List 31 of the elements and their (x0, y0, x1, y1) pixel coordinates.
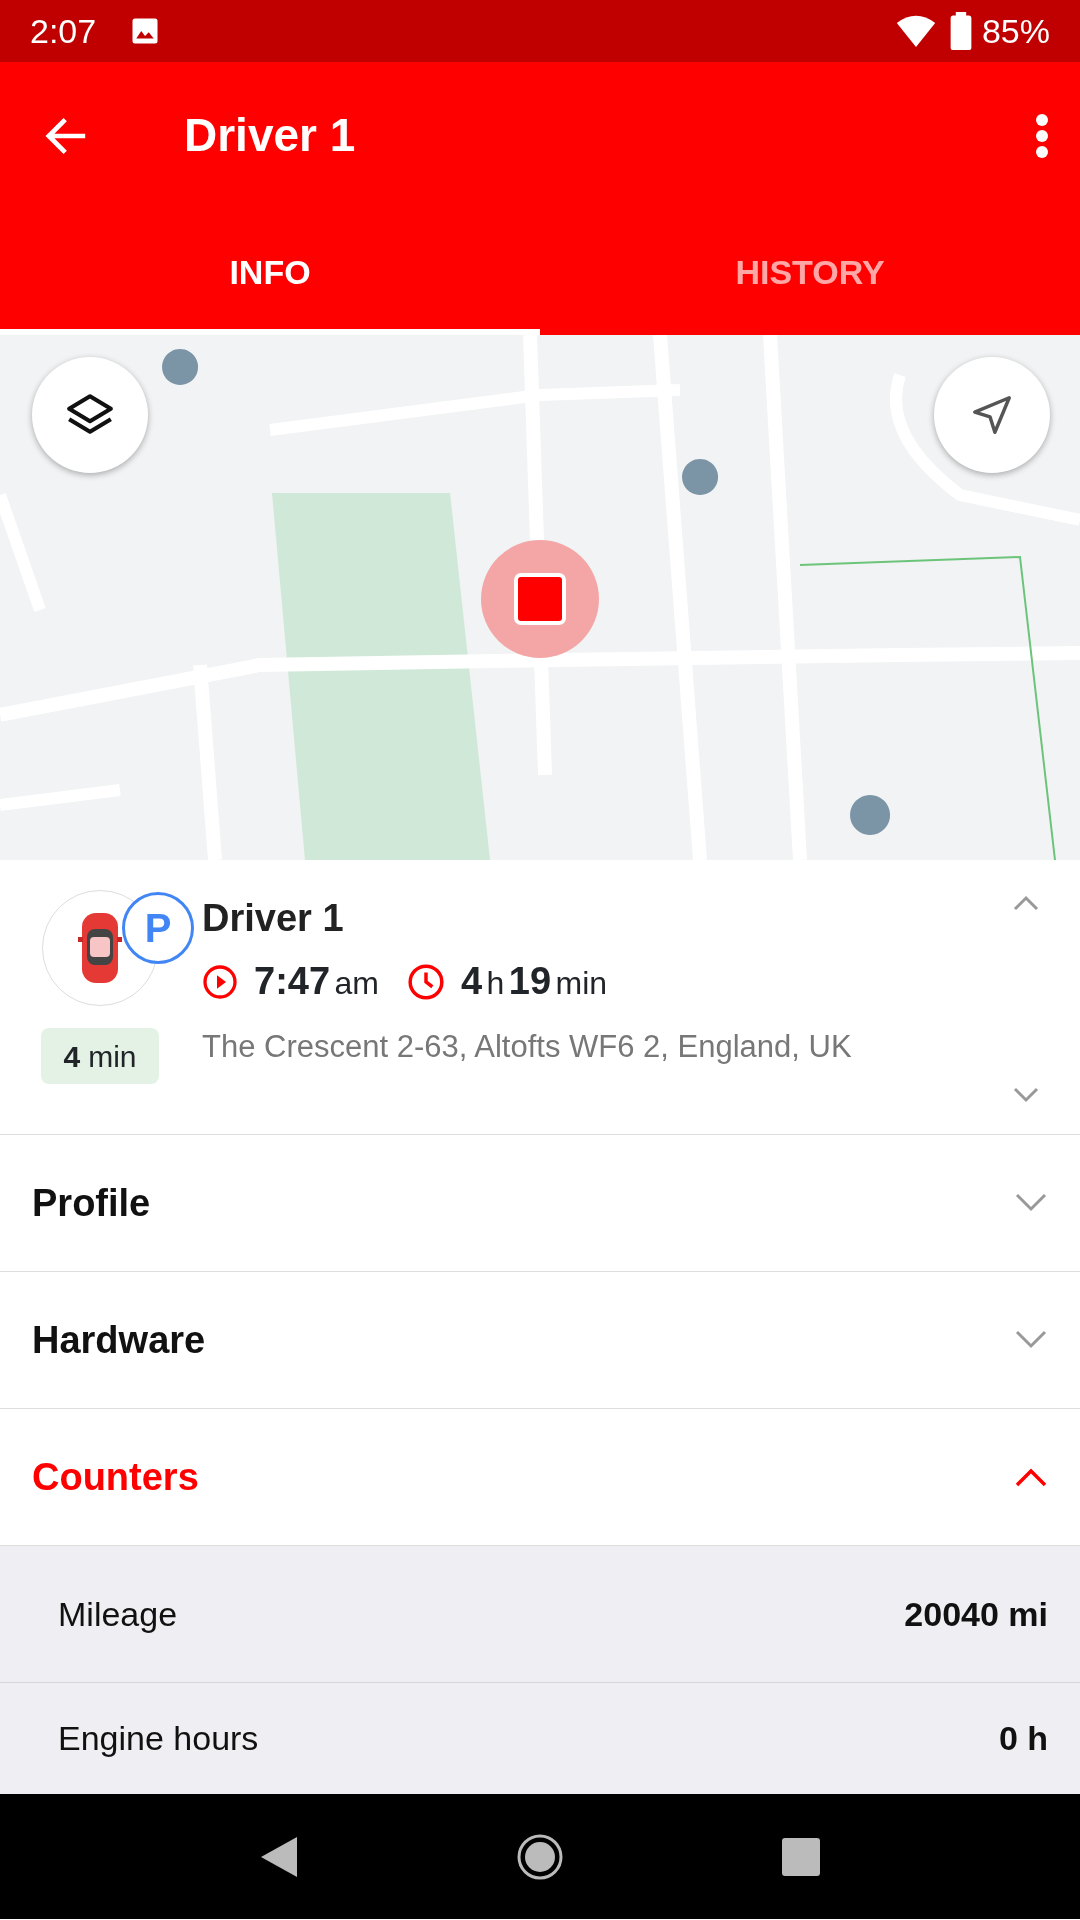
driver-name: Driver 1 (202, 896, 345, 941)
chevron-up-icon (1014, 1466, 1048, 1488)
chevron-up-icon[interactable] (1012, 894, 1040, 912)
counter-value: 20040 mi (904, 1593, 1048, 1635)
battery-percentage: 85% (981, 10, 1050, 52)
parking-badge: P (122, 892, 194, 964)
counter-label: Engine hours (58, 1718, 259, 1759)
wifi-icon (895, 15, 936, 47)
section-header[interactable]: Profile (0, 1135, 1080, 1272)
start-time: 7:47 am (254, 959, 379, 1004)
recents-icon[interactable] (781, 1836, 822, 1877)
counter-label: Mileage (58, 1593, 178, 1635)
counter-value: 0 h (998, 1718, 1048, 1759)
battery-icon (949, 12, 972, 50)
car-icon (78, 911, 122, 985)
chevron-down-icon (1014, 1329, 1048, 1351)
address-text: The Crescent 2-63, Altofts WF6 2, England, UK (202, 1028, 853, 1066)
section-header[interactable]: Hardware (0, 1272, 1080, 1409)
parked-duration-badge: 4 min (41, 1028, 159, 1084)
clock-time: 2:07 (30, 10, 97, 52)
home-icon[interactable] (516, 1832, 564, 1881)
chevron-down-icon (1014, 1192, 1048, 1214)
clock-icon (406, 962, 445, 1001)
trip-duration: 4h 19 min (460, 959, 608, 1004)
screen-title: Driver 1 (184, 108, 356, 164)
image-icon (130, 16, 161, 46)
more-options-icon[interactable] (1034, 114, 1050, 158)
tab[interactable]: INFO (0, 210, 540, 335)
tab[interactable]: HISTORY (540, 210, 1080, 335)
play-circle-icon (202, 963, 238, 1000)
chevron-down-icon[interactable] (1012, 1086, 1040, 1104)
